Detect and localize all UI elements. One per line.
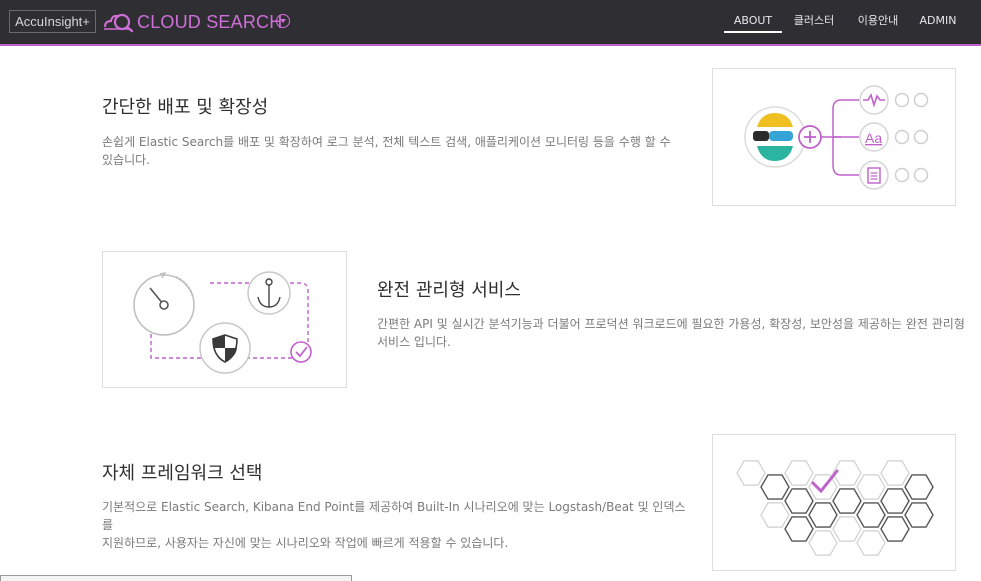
bottom-window-edge — [0, 575, 352, 581]
description-line: 지원하므로, 사용자는 자신에 맞는 시나리오와 작업에 빠르게 적용할 수 있… — [102, 536, 509, 550]
hexagon-shape — [760, 474, 790, 500]
hexagon-shape — [832, 516, 862, 542]
hexagon-shape — [784, 460, 814, 486]
deploy-illustration: Aa — [744, 85, 929, 190]
gauge-icon — [133, 272, 195, 336]
hexagon-shape — [856, 530, 886, 556]
brand-logo[interactable]: AccuInsight+ — [9, 10, 96, 33]
activity-icon — [859, 85, 889, 115]
product-title[interactable]: CLOUD SEARCH — [137, 10, 282, 34]
section-description-framework: 기본적으로 Elastic Search, Kibana End Point를 … — [102, 498, 692, 552]
illustration-card-framework — [712, 434, 956, 571]
shield-icon — [199, 322, 251, 374]
check-circle-icon — [290, 341, 312, 363]
description-line: 간편한 API 및 실시간 분석기능과 더불어 프로덕션 워크로드에 필요한 가… — [377, 317, 965, 331]
anchor-icon — [247, 271, 291, 315]
nav-admin[interactable]: ADMIN — [913, 14, 963, 28]
hexagon-shape — [904, 474, 934, 500]
nav-cluster[interactable]: 클러스터 — [789, 14, 839, 28]
top-navigation-bar: AccuInsight+ CLOUD SEARCH ABOUT 클러스터 이용안… — [0, 0, 981, 46]
illustration-card-deploy: Aa — [712, 68, 956, 206]
hexagon-shape — [856, 474, 886, 500]
hexagon-shape — [808, 530, 838, 556]
section-description-managed: 간편한 API 및 실시간 분석기능과 더불어 프로덕션 워크로드에 필요한 가… — [377, 315, 977, 351]
hexagon-shape — [880, 460, 910, 486]
chevron-down-icon[interactable] — [276, 14, 290, 28]
elastic-logo-icon — [744, 106, 806, 168]
nav-guide[interactable]: 이용안내 — [852, 14, 904, 28]
description-line: 기본적으로 Elastic Search, Kibana End Point를 … — [102, 500, 686, 532]
section-title-framework: 자체 프레임워크 선택 — [102, 463, 263, 484]
hexagon-shape — [832, 488, 862, 514]
section-description-deploy: 손쉽게 Elastic Search를 배포 및 확장하여 로그 분석, 전체 … — [102, 133, 672, 169]
hexagon-shape — [856, 502, 886, 528]
hexagon-shape — [760, 502, 790, 528]
nav-about[interactable]: ABOUT — [724, 14, 782, 28]
hexagon-shape — [784, 488, 814, 514]
hexagon-shape — [880, 516, 910, 542]
hexagon-shape — [880, 488, 910, 514]
section-title-managed: 완전 관리형 서비스 — [377, 280, 521, 301]
text-aa-icon: Aa — [859, 122, 889, 152]
active-tab-indicator — [724, 31, 782, 33]
cloud-search-logo-icon[interactable] — [103, 9, 133, 33]
plus-icon — [798, 125, 822, 149]
text-aa-label: Aa — [865, 130, 882, 146]
hexagon-shape — [784, 516, 814, 542]
hexagon-shape — [736, 460, 766, 486]
placeholder-dots — [894, 92, 929, 183]
hexagon-grid-icon — [736, 460, 934, 556]
description-line: 있습니다. — [102, 153, 150, 167]
hexagon-shape — [808, 502, 838, 528]
illustration-card-managed — [102, 251, 347, 388]
document-icon — [859, 160, 889, 190]
description-line: 손쉽게 Elastic Search를 배포 및 확장하여 로그 분석, 전체 … — [102, 135, 671, 149]
managed-illustration — [133, 271, 312, 374]
hexagon-shape — [904, 502, 934, 528]
section-title-deploy: 간단한 배포 및 확장성 — [102, 97, 269, 118]
description-line: 서비스 입니다. — [377, 335, 451, 349]
